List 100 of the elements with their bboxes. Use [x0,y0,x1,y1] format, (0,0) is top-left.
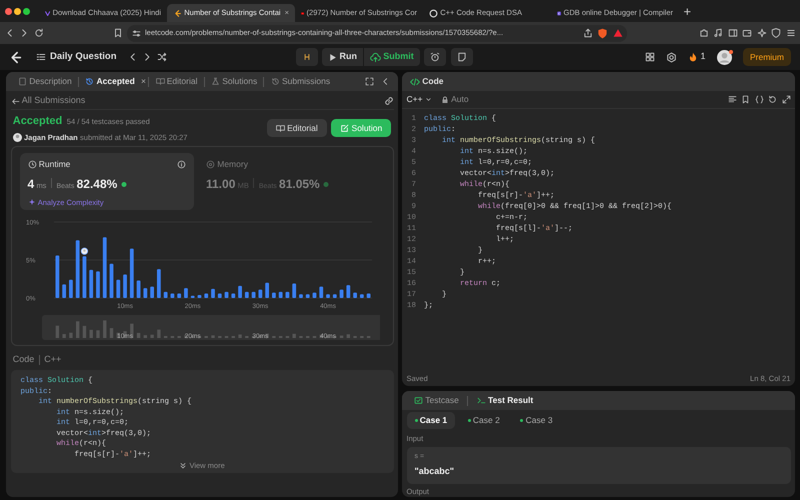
histogram-bar[interactable] [122,274,126,298]
histogram-bar[interactable] [184,288,188,298]
histogram-bar[interactable] [285,292,289,298]
all-submissions-link[interactable]: All Submissions [10,94,86,108]
histogram-bar[interactable] [292,284,296,298]
case-tab[interactable]: Case 3 [512,412,561,429]
braces-icon[interactable] [754,95,764,104]
collapse-icon[interactable] [381,77,390,86]
histogram-bar[interactable] [82,256,86,298]
daily-question-link[interactable]: Daily Question [50,50,117,64]
music-icon[interactable] [713,28,723,38]
format-icon[interactable] [728,95,736,104]
histogram-bar[interactable] [136,280,140,298]
histogram-bar[interactable] [150,286,154,298]
histogram-bar[interactable] [163,292,168,298]
histogram-bar[interactable] [346,285,350,298]
notes-button[interactable] [450,48,473,66]
close-tab-button[interactable]: × [141,75,146,88]
grid-icon[interactable] [644,52,655,62]
reload-icon[interactable] [34,28,44,38]
histogram-bar[interactable] [305,294,310,298]
fullscreen-icon[interactable] [365,77,374,86]
histogram-bar[interactable] [278,292,282,298]
editorial-button[interactable]: Editorial [266,119,327,137]
submit-button[interactable]: Submit [364,48,420,66]
case-tab[interactable]: Case 1 [406,412,456,429]
histogram-bar[interactable] [217,293,222,298]
auto-mode-toggle[interactable]: Auto [440,93,469,106]
histogram-bar[interactable] [332,294,336,298]
bookmark-icon[interactable] [112,28,122,38]
new-tab-button[interactable]: + [684,2,692,22]
share-icon[interactable] [582,28,592,38]
histogram-bar[interactable] [197,294,201,298]
premium-button[interactable]: Premium [742,48,791,66]
histogram-bar[interactable] [176,293,181,298]
panel-tab[interactable]: Test Result [472,394,538,407]
histogram-bar[interactable] [142,288,147,298]
histogram-bar[interactable] [326,294,330,298]
histogram-bar[interactable] [116,280,120,298]
bookmark-icon[interactable] [741,95,750,104]
histogram-bar[interactable] [272,292,276,298]
case-tab[interactable]: Case 2 [460,412,508,429]
vpn-icon[interactable] [771,28,781,38]
avatar-marker[interactable] [80,248,88,255]
shield-icon[interactable] [597,28,608,38]
histogram-bar[interactable] [88,270,93,298]
histogram-bar[interactable] [359,294,364,298]
info-icon[interactable] [176,160,186,169]
list-icon[interactable] [36,52,46,62]
close-window-button[interactable] [4,8,12,15]
histogram-bar[interactable] [210,288,214,298]
run-button[interactable]: Run [322,48,364,66]
panel-tab[interactable]: Submissions [266,75,334,88]
histogram-bar[interactable] [312,292,316,298]
histogram-bar[interactable] [230,293,235,298]
panel-tab[interactable]: Editorial [152,75,202,88]
sparkle-icon[interactable] [756,28,766,38]
histogram-bar[interactable] [129,248,134,298]
back-icon[interactable] [4,28,14,38]
alarm-button[interactable] [424,48,446,66]
link-icon[interactable] [384,96,394,106]
language-dropdown[interactable]: C++ [406,93,432,106]
histogram-bar[interactable] [339,290,343,298]
histogram-bar[interactable] [318,286,323,298]
histogram-bar[interactable] [204,293,208,298]
maximize-window-button[interactable] [23,8,30,15]
debug-button[interactable] [296,48,318,66]
histogram-bar[interactable] [244,292,248,298]
histogram-bar[interactable] [251,292,255,298]
histogram-bar[interactable] [68,280,72,298]
menu-icon[interactable] [786,28,796,38]
histogram-bar[interactable] [264,282,269,298]
histogram-bar[interactable] [96,271,100,298]
histogram-bar[interactable] [102,237,106,298]
histogram-bar[interactable] [170,293,174,298]
histogram-bar[interactable] [298,294,302,298]
user-avatar[interactable] [716,50,732,64]
triangle-icon[interactable] [612,28,622,38]
histogram-bar[interactable] [366,293,370,298]
reset-icon[interactable] [768,95,777,104]
panel-tab[interactable]: Accepted [81,75,139,88]
streak-counter[interactable]: 1 [688,50,706,64]
histogram-bar[interactable] [156,269,160,298]
histogram-bar[interactable] [258,290,262,298]
puzzle-icon[interactable] [698,28,708,38]
panel-tab[interactable]: Description [14,75,76,88]
shuffle-icon[interactable] [156,52,167,62]
histogram-bar[interactable] [75,240,80,298]
histogram-bar[interactable] [352,292,356,298]
histogram-bar[interactable] [238,286,242,298]
expand-icon[interactable] [782,95,790,104]
wallet-icon[interactable] [742,28,752,38]
minimize-window-button[interactable] [14,8,21,15]
histogram-bar[interactable] [55,255,59,298]
histogram-bar[interactable] [224,292,228,298]
histogram-bar[interactable] [190,296,194,298]
panel-tab[interactable]: Solutions [206,75,262,88]
sidebar-icon[interactable] [728,28,738,38]
panel-tab[interactable]: Testcase [410,394,463,407]
histogram-bar[interactable] [62,284,66,298]
